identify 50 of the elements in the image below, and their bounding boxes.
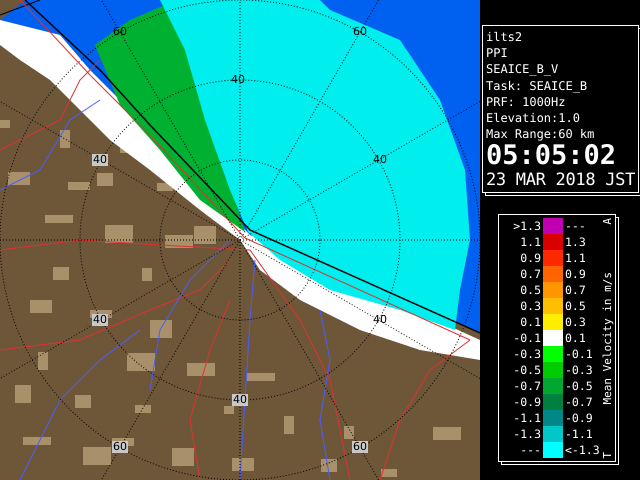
info-line: Max Range:60 km: [486, 126, 596, 142]
legend-value: -0.1: [565, 347, 594, 362]
info-line: PPI: [486, 45, 509, 62]
legend-value: 0.5: [519, 283, 541, 298]
info-line: Task: SEAICE_B: [486, 78, 588, 94]
scan-date: 23 MAR 2018 JST: [486, 170, 636, 190]
legend-value: 0.1: [565, 331, 587, 346]
legend-value: 0.7: [565, 283, 587, 298]
legend-value: -0.3: [512, 347, 541, 362]
legend-value: 0.9: [565, 267, 587, 282]
info-line: PRF: 1000Hz: [486, 94, 566, 110]
legend-value: -1.3: [512, 427, 541, 442]
legend-value: 0.1: [519, 315, 541, 330]
legend-value: ---: [565, 219, 587, 234]
legend-value: 1.3: [565, 235, 587, 250]
legend-value: -0.5: [565, 379, 594, 394]
legend-value: -0.1: [512, 331, 541, 346]
legend-value: -0.7: [512, 379, 541, 394]
legend-value: -0.9: [565, 411, 594, 426]
range-ring-label: 40: [230, 74, 246, 86]
info-line: SEAICE_B_V: [486, 61, 560, 78]
legend-title: Mean Velocity in m/s: [601, 272, 614, 405]
range-ring-label: 40: [232, 394, 248, 406]
legend-value: -0.3: [565, 363, 594, 378]
range-ring-label: 60: [352, 441, 368, 453]
legend-value: <-1.3: [565, 443, 599, 458]
range-ring-label: 40: [92, 154, 108, 166]
info-line: ilts2: [486, 29, 524, 46]
info-line: Elevation:1.0: [486, 110, 581, 126]
legend-value: 1.1: [519, 235, 541, 250]
legend-value: ---: [519, 443, 541, 458]
legend-value: -1.1: [512, 411, 541, 426]
toward-mark: T: [601, 452, 614, 458]
range-ring-label: 40: [92, 314, 108, 326]
range-ring-label: 40: [372, 314, 388, 326]
legend-value: 0.3: [565, 315, 587, 330]
legend-value: -0.5: [512, 363, 541, 378]
scan-time: 05:05:02: [486, 142, 618, 170]
legend-value: 1.1: [565, 251, 587, 266]
away-mark: A: [601, 218, 614, 226]
legend-value: >1.3: [512, 219, 541, 234]
legend-value: -1.1: [565, 427, 594, 442]
range-ring-label: 40: [372, 154, 388, 166]
legend-value: 0.5: [565, 299, 587, 314]
legend-value: -0.9: [512, 395, 541, 410]
legend-value: 0.3: [519, 299, 541, 314]
legend-value: 0.9: [519, 251, 541, 266]
legend-value: 0.7: [519, 267, 541, 282]
range-ring-label: 60: [112, 441, 128, 453]
legend-value: -0.7: [565, 395, 594, 410]
